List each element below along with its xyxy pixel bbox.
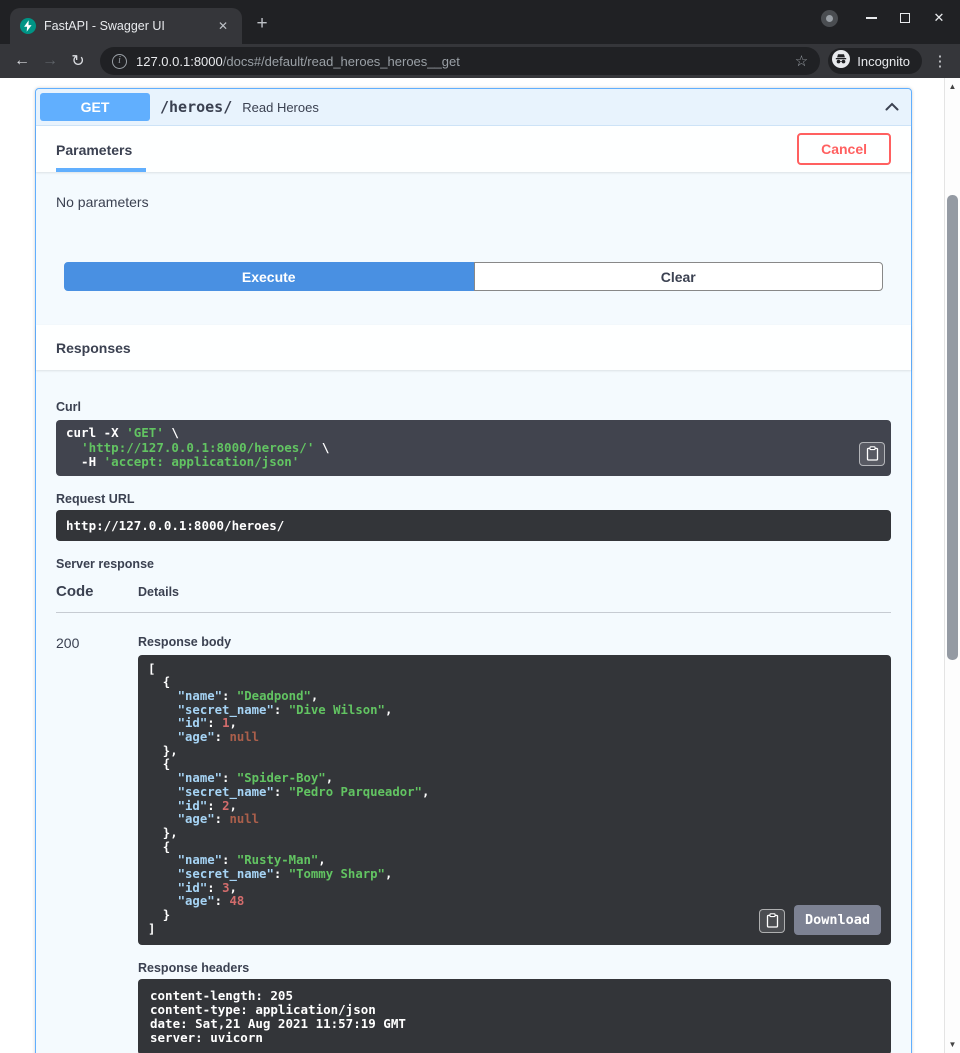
incognito-label: Incognito [857, 54, 910, 69]
response-headers-block: content-length: 205 content-type: applic… [138, 979, 891, 1053]
table-header-row: Code Details [56, 583, 891, 613]
method-badge: GET [40, 93, 150, 121]
curl-command-block: curl -X 'GET' \ 'http://127.0.0.1:8000/h… [56, 420, 891, 476]
operation-summary-text: Read Heroes [242, 100, 319, 115]
cancel-button[interactable]: Cancel [797, 133, 891, 165]
server-response-label: Server response [56, 557, 891, 571]
browser-toolbar: ← → ↻ i 127.0.0.1:8000/docs#/default/rea… [0, 44, 960, 78]
clear-button[interactable]: Clear [474, 262, 884, 291]
scroll-up-icon[interactable]: ▲ [945, 82, 960, 91]
site-info-icon[interactable]: i [112, 54, 127, 69]
copy-curl-button[interactable] [859, 442, 885, 466]
code-column-header: Code [56, 583, 138, 600]
request-url-label: Request URL [56, 492, 891, 506]
operation-block: GET /heroes/ Read Heroes Parameters Canc… [35, 88, 912, 1053]
operation-path: /heroes/ [160, 98, 232, 116]
scroll-down-icon[interactable]: ▼ [945, 1040, 960, 1049]
page-scrollbar[interactable]: ▲ ▼ [944, 78, 960, 1053]
copy-response-button[interactable] [759, 909, 785, 933]
curl-label: Curl [56, 400, 891, 414]
url-text: 127.0.0.1:8000/docs#/default/read_heroes… [136, 54, 787, 69]
incognito-icon [832, 50, 850, 73]
response-body-label: Response body [138, 635, 891, 649]
operation-summary[interactable]: GET /heroes/ Read Heroes [36, 89, 911, 126]
forward-button[interactable]: → [36, 47, 64, 75]
maximize-button[interactable] [888, 4, 922, 32]
window-controls: ✕ [821, 4, 956, 32]
url-host: 127.0.0.1:8000 [136, 54, 223, 69]
browser-tab-bar: FastAPI - Swagger UI ✕ + ✕ [0, 0, 960, 44]
scrollbar-thumb[interactable] [947, 195, 958, 660]
responses-body: Curl curl -X 'GET' \ 'http://127.0.0.1:8… [36, 370, 911, 1053]
titlebar-status-icon[interactable] [821, 10, 838, 27]
browser-tab[interactable]: FastAPI - Swagger UI ✕ [10, 8, 242, 44]
no-parameters-message: No parameters [36, 194, 911, 210]
tab-parameters: Parameters [56, 128, 146, 172]
tab-close-icon[interactable]: ✕ [214, 17, 232, 35]
response-headers-label: Response headers [138, 961, 891, 975]
close-window-button[interactable]: ✕ [922, 4, 956, 32]
minimize-button[interactable] [854, 4, 888, 32]
back-button[interactable]: ← [8, 47, 36, 75]
responses-title: Responses [56, 340, 131, 356]
status-code: 200 [56, 635, 138, 1053]
request-url-block: http://127.0.0.1:8000/heroes/ [56, 510, 891, 541]
responses-header: Responses [36, 325, 911, 370]
server-response-table: Code Details 200 Response body [ { "name… [56, 583, 891, 1053]
response-body-block: [ { "name": "Deadpond", "secret_name": "… [138, 655, 891, 945]
address-bar[interactable]: i 127.0.0.1:8000/docs#/default/read_hero… [100, 47, 820, 75]
table-row: 200 Response body [ { "name": "Deadpond"… [56, 613, 891, 1053]
execute-row: Execute Clear [64, 262, 883, 291]
url-path: /docs#/default/read_heroes_heroes__get [223, 54, 460, 69]
details-column-header: Details [138, 585, 179, 599]
execute-button[interactable]: Execute [64, 262, 474, 291]
new-tab-button[interactable]: + [248, 10, 276, 40]
collapse-chevron-icon[interactable] [883, 98, 901, 116]
bookmark-star-icon[interactable]: ☆ [795, 52, 808, 70]
swagger-page: GET /heroes/ Read Heroes Parameters Canc… [0, 78, 944, 1053]
reload-button[interactable]: ↻ [64, 47, 92, 75]
incognito-badge: Incognito [828, 48, 922, 74]
tab-title: FastAPI - Swagger UI [44, 19, 206, 33]
browser-menu-icon[interactable]: ⋮ [928, 52, 952, 70]
parameters-body: No parameters Execute Clear [36, 172, 911, 325]
details-cell: Response body [ { "name": "Deadpond", "s… [138, 635, 891, 1053]
fastapi-favicon-icon [20, 18, 36, 34]
download-button[interactable]: Download [794, 905, 881, 935]
parameters-header: Parameters Cancel [36, 126, 911, 172]
